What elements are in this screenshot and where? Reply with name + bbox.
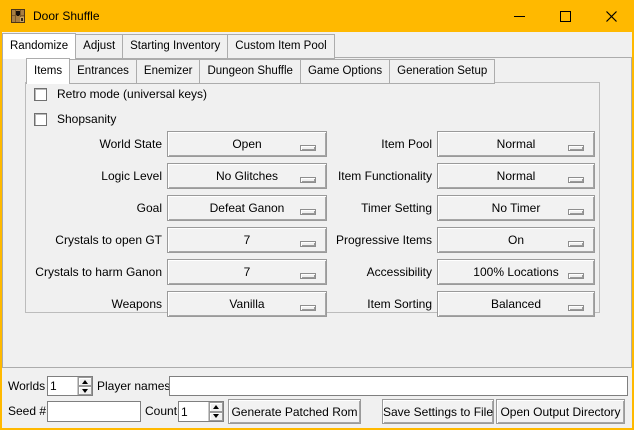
item-sorting-dropdown[interactable]: Balanced bbox=[437, 291, 595, 317]
world-state-label: World State bbox=[30, 131, 162, 157]
tab-starting-inventory[interactable]: Starting Inventory bbox=[122, 34, 228, 59]
tab-custom-item-pool[interactable]: Custom Item Pool bbox=[227, 34, 334, 59]
tab-enemizer[interactable]: Enemizer bbox=[136, 59, 201, 84]
timer-setting-label: Timer Setting bbox=[300, 195, 432, 221]
tab-randomize[interactable]: Randomize bbox=[2, 33, 76, 59]
player-names-label: Player names bbox=[97, 376, 170, 396]
open-output-directory-button[interactable]: Open Output Directory bbox=[496, 399, 625, 424]
item-pool-label: Item Pool bbox=[300, 131, 432, 157]
count-spinbox[interactable] bbox=[178, 401, 224, 422]
dropdown-indicator-icon bbox=[568, 273, 584, 279]
progressive-items-label: Progressive Items bbox=[300, 227, 432, 253]
goal-label: Goal bbox=[30, 195, 162, 221]
minimize-icon bbox=[514, 16, 525, 17]
spin-up-icon bbox=[213, 405, 219, 409]
sub-tab-bar: Items Entrances Enemizer Dungeon Shuffle… bbox=[26, 58, 494, 84]
dropdown-indicator-icon bbox=[568, 145, 584, 151]
tab-adjust[interactable]: Adjust bbox=[75, 34, 123, 59]
player-names-input[interactable] bbox=[169, 376, 628, 396]
item-sorting-label: Item Sorting bbox=[300, 291, 432, 317]
close-icon bbox=[606, 11, 617, 22]
weapons-label: Weapons bbox=[30, 291, 162, 317]
worlds-spin-down-button[interactable] bbox=[78, 386, 92, 395]
generate-patched-rom-button[interactable]: Generate Patched Rom bbox=[228, 399, 361, 424]
tab-generation-setup[interactable]: Generation Setup bbox=[389, 59, 495, 84]
item-functionality-dropdown[interactable]: Normal bbox=[437, 163, 595, 189]
accessibility-dropdown[interactable]: 100% Locations bbox=[437, 259, 595, 285]
worlds-label: Worlds bbox=[8, 376, 45, 396]
accessibility-label: Accessibility bbox=[300, 259, 432, 285]
window-border-left bbox=[0, 0, 2, 430]
count-spin-down-button[interactable] bbox=[209, 412, 223, 422]
dropdown-indicator-icon bbox=[568, 209, 584, 215]
item-functionality-label: Item Functionality bbox=[300, 163, 432, 189]
dropdown-indicator-icon bbox=[568, 177, 584, 183]
crystals-harm-ganon-label: Crystals to harm Ganon bbox=[25, 259, 162, 285]
logic-level-label: Logic Level bbox=[30, 163, 162, 189]
spin-up-icon bbox=[82, 380, 88, 384]
worlds-spinbox[interactable] bbox=[47, 376, 93, 396]
progressive-items-dropdown[interactable]: On bbox=[437, 227, 595, 253]
close-button[interactable] bbox=[588, 0, 634, 32]
door-shuffle-window: Door Shuffle Randomize Adjust Starting I… bbox=[0, 0, 634, 430]
crystals-open-gt-label: Crystals to open GT bbox=[30, 227, 162, 253]
count-label: Count bbox=[145, 401, 177, 422]
timer-setting-dropdown[interactable]: No Timer bbox=[437, 195, 595, 221]
window-title: Door Shuffle bbox=[33, 9, 100, 23]
retro-mode-checkbox[interactable] bbox=[34, 88, 47, 101]
shopsanity-label: Shopsanity bbox=[57, 113, 116, 126]
spin-down-icon bbox=[82, 389, 88, 393]
retro-mode-label: Retro mode (universal keys) bbox=[57, 88, 207, 101]
dropdown-indicator-icon bbox=[568, 241, 584, 247]
worlds-spin-up-button[interactable] bbox=[78, 377, 92, 386]
count-input[interactable] bbox=[179, 402, 208, 421]
item-pool-dropdown[interactable]: Normal bbox=[437, 131, 595, 157]
worlds-input[interactable] bbox=[48, 377, 77, 395]
tab-game-options[interactable]: Game Options bbox=[300, 59, 390, 84]
spin-down-icon bbox=[213, 414, 219, 418]
count-spin-up-button[interactable] bbox=[209, 402, 223, 412]
maximize-icon bbox=[560, 11, 571, 22]
app-icon bbox=[10, 8, 26, 24]
minimize-button[interactable] bbox=[496, 0, 542, 32]
caption-buttons bbox=[496, 0, 634, 32]
save-settings-button[interactable]: Save Settings to File bbox=[382, 399, 494, 424]
shopsanity-checkbox[interactable] bbox=[34, 113, 47, 126]
titlebar[interactable]: Door Shuffle bbox=[0, 0, 634, 32]
seed-input[interactable] bbox=[47, 401, 141, 422]
maximize-button[interactable] bbox=[542, 0, 588, 32]
main-tab-bar: Randomize Adjust Starting Inventory Cust… bbox=[2, 33, 334, 59]
tab-dungeon-shuffle[interactable]: Dungeon Shuffle bbox=[199, 59, 300, 84]
dropdown-indicator-icon bbox=[568, 305, 584, 311]
tab-entrances[interactable]: Entrances bbox=[69, 59, 137, 84]
tab-items[interactable]: Items bbox=[26, 58, 70, 84]
seed-label: Seed # bbox=[8, 401, 46, 422]
